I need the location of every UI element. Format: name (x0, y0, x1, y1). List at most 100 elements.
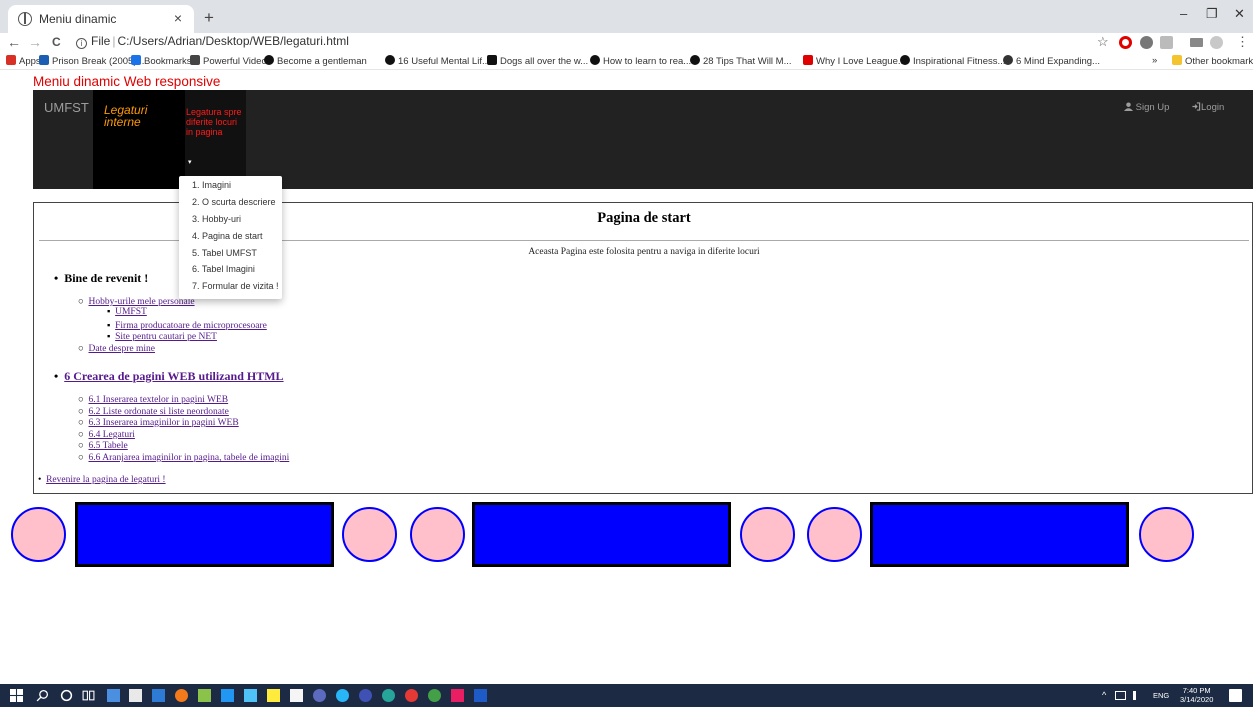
bookmark-item[interactable]: Dogs all over the w... (487, 55, 588, 67)
blue-rectangle (75, 502, 334, 567)
course-sublink[interactable]: 6.1 Inserarea textelor in pagini WEB (89, 395, 229, 405)
app-icon[interactable] (198, 689, 211, 702)
dropdown-item[interactable]: 6. Tabel Imagini (179, 260, 282, 277)
nav-dropdown-toggle[interactable]: Legatura spre diferite locuri in pagina … (185, 90, 246, 189)
volume-icon[interactable] (1133, 691, 1143, 700)
pink-circle (1139, 507, 1194, 562)
umfst-link[interactable]: UMFST (115, 307, 147, 317)
minimize-button[interactable]: – (1180, 6, 1187, 21)
list-item: ▪ UMFST (107, 307, 147, 317)
address-bar[interactable]: i File | C:/Users/Adrian/Desktop/WEB/legatu… (76, 34, 349, 49)
list-item: ○ 6.5 Tabele (78, 441, 128, 451)
profile-avatar[interactable] (1210, 36, 1223, 49)
new-tab-button[interactable]: + (204, 8, 214, 28)
file-icon[interactable] (290, 689, 303, 702)
notifications-icon[interactable] (1229, 689, 1242, 702)
word-icon[interactable] (474, 689, 487, 702)
nav-item-legaturi-interne[interactable]: Legaturi interne (93, 90, 185, 189)
caret-down-icon: ▾ (188, 159, 192, 166)
app-icon[interactable] (336, 689, 349, 702)
bookmark-item[interactable]: How to learn to rea... (590, 55, 691, 67)
tab-close-button[interactable]: × (174, 10, 182, 26)
info-icon[interactable]: i (76, 38, 87, 49)
back-link[interactable]: Revenire la pagina de legaturi ! (46, 475, 166, 485)
search-sites-link[interactable]: Site pentru cautari pe NET (115, 332, 217, 342)
course-sublink[interactable]: 6.5 Tabele (89, 441, 128, 451)
star-icon (131, 55, 141, 65)
signup-link[interactable]: Sign Up (1124, 102, 1169, 113)
nav-link-label: Legaturi interne (104, 103, 148, 129)
list-item: ○ 6.3 Inserarea imaginilor in pagini WEB (78, 418, 239, 428)
dropdown-item[interactable]: 4. Pagina de start (179, 227, 282, 244)
chrome-icon[interactable] (175, 689, 188, 702)
app-icon[interactable] (451, 689, 464, 702)
course-link[interactable]: 6 Crearea de pagini WEB utilizand HTML (64, 369, 283, 383)
list-item: ○ Hobby-urile mele personale (78, 297, 195, 307)
network-icon[interactable] (1115, 691, 1126, 700)
task-view-icon[interactable] (82, 689, 95, 702)
store-icon[interactable] (129, 689, 142, 702)
blue-rectangle (870, 502, 1129, 567)
bookmark-item[interactable]: 28 Tips That Will M... (690, 55, 792, 67)
app-icon[interactable] (107, 689, 120, 702)
browser-menu-button[interactable]: ⋮ (1236, 34, 1249, 50)
navbar-brand[interactable]: UMFST (44, 100, 89, 115)
list-item: ○ 6.2 Liste ordonate si liste neordonate (78, 407, 229, 417)
quote-icon (487, 55, 497, 65)
bookmark-item[interactable]: 16 Useful Mental Lif... (385, 55, 490, 67)
reload-button[interactable]: C (52, 35, 61, 49)
media-icon[interactable] (1190, 38, 1203, 47)
dropdown-item[interactable]: 3. Hobby-uri (179, 210, 282, 227)
list-item: ○ 6.4 Legaturi (78, 430, 135, 440)
bookmark-item[interactable]: 6 Mind Expanding... (1003, 55, 1100, 67)
close-window-button[interactable]: ✕ (1234, 6, 1245, 22)
clock[interactable]: 7:40 PM 3/14/2020 (1180, 686, 1213, 704)
processor-link[interactable]: Firma producatoare de microprocesoare (115, 321, 267, 331)
browser-tab[interactable]: Meniu dinamic × (8, 5, 194, 33)
app-icon[interactable] (428, 689, 441, 702)
course-sublink[interactable]: 6.3 Inserarea imaginilor in pagini WEB (89, 418, 239, 428)
about-me-link[interactable]: Date despre mine (89, 344, 155, 354)
bookmark-item[interactable]: Inspirational Fitness... (900, 55, 1005, 67)
app-icon[interactable] (382, 689, 395, 702)
extension-icon[interactable] (1160, 36, 1173, 49)
bookmark-star-icon[interactable]: ☆ (1097, 34, 1109, 50)
dropdown-item[interactable]: 1. Imagini (179, 176, 282, 193)
quote-icon (690, 55, 700, 65)
cortana-icon[interactable] (60, 689, 73, 702)
language-indicator[interactable]: ENG (1153, 691, 1169, 700)
bookmarks-overflow-button[interactable]: » (1152, 55, 1157, 66)
extension-icon[interactable] (1140, 36, 1153, 49)
dropdown-item[interactable]: 5. Tabel UMFST (179, 244, 282, 261)
other-bookmarks[interactable]: Other bookmarks (1172, 55, 1253, 67)
app-icon[interactable] (405, 689, 418, 702)
app-icon[interactable] (359, 689, 372, 702)
bookmark-item[interactable]: Become a gentleman (264, 55, 367, 67)
bookmark-item[interactable]: Apps (6, 55, 41, 67)
tray-overflow-icon[interactable]: ^ (1102, 690, 1106, 700)
mail-icon[interactable] (244, 689, 257, 702)
bookmark-item[interactable]: Why I Love League... (803, 55, 906, 67)
dropdown-item[interactable]: 2. O scurta descriere (179, 193, 282, 210)
list-item: ▪ Site pentru cautari pe NET (107, 332, 217, 342)
hobby-link[interactable]: Hobby-urile mele personale (89, 297, 195, 307)
bookmark-item[interactable]: Prison Break (2005)... (39, 55, 144, 67)
app-icon[interactable] (221, 689, 234, 702)
sticky-notes-icon[interactable] (267, 689, 280, 702)
app-icon[interactable] (313, 689, 326, 702)
course-sublink[interactable]: 6.6 Aranjarea imaginilor in pagina, tabe… (89, 453, 290, 463)
dropdown-item[interactable]: 7. Formular de vizita ! (179, 277, 282, 294)
windows-start-icon[interactable] (10, 689, 23, 702)
forward-button[interactable]: → (28, 34, 42, 50)
course-sublink[interactable]: 6.4 Legaturi (89, 430, 135, 440)
back-button[interactable]: ← (7, 34, 21, 50)
pink-circle (11, 507, 66, 562)
bookmark-item[interactable]: Bookmarks (131, 55, 192, 67)
restore-button[interactable]: ❐ (1206, 6, 1218, 22)
search-icon[interactable] (36, 689, 49, 702)
opera-icon[interactable] (1119, 36, 1132, 49)
course-sublink[interactable]: 6.2 Liste ordonate si liste neordonate (89, 407, 229, 417)
login-link[interactable]: Login (1191, 102, 1224, 113)
bookmark-item[interactable]: Powerful Video (190, 55, 267, 67)
app-icon[interactable] (152, 689, 165, 702)
